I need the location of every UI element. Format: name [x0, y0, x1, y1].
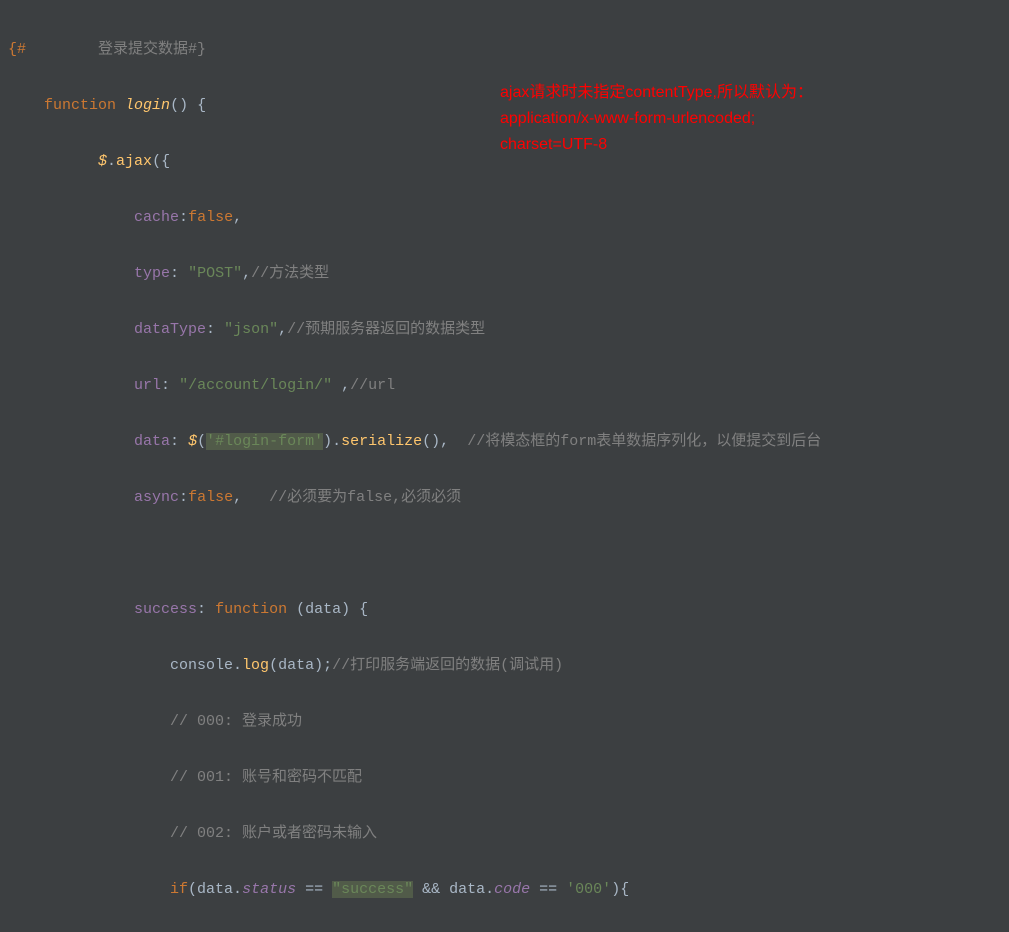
comment: //方法类型	[251, 265, 329, 282]
comment: //将模态框的form表单数据序列化，以便提交到后台	[467, 433, 821, 450]
comma: ,	[242, 265, 251, 282]
paren-dot: ).	[323, 433, 341, 450]
comment-000: // 000: 登录成功	[170, 713, 302, 730]
brace: {	[620, 881, 629, 898]
code-line-empty	[8, 540, 1009, 568]
code-line: async:false, //必须要为false,必须必须	[8, 484, 1009, 512]
method-log: log	[242, 657, 269, 674]
field-status: status	[242, 881, 296, 898]
comment-001: // 001: 账号和密码不匹配	[170, 769, 362, 786]
comma: ,	[233, 209, 242, 226]
method-serialize: serialize	[341, 433, 422, 450]
colon: :	[161, 377, 179, 394]
code-line: console.log(data);//打印服务端返回的数据(调试用)	[8, 652, 1009, 680]
prop-cache: cache	[134, 209, 179, 226]
string-selector: '#login-form'	[206, 433, 323, 450]
comma: ,	[341, 377, 350, 394]
field-code: code	[494, 881, 530, 898]
prop-async: async	[134, 489, 179, 506]
value-false: false	[188, 489, 233, 506]
code-line: // 002: 账户或者密码未输入	[8, 820, 1009, 848]
eq2: ==	[530, 881, 566, 898]
parens-comma: (),	[422, 433, 449, 450]
dot: .	[107, 153, 116, 170]
prop-type: type	[134, 265, 170, 282]
keyword-if: if	[170, 881, 188, 898]
args: (data)	[296, 601, 350, 618]
annotation-overlay: ajax请求时未指定contentType,所以默认为： application…	[500, 80, 813, 158]
code-line: // 000: 登录成功	[8, 708, 1009, 736]
eq: ==	[296, 881, 332, 898]
code-line: if(data.status == "success" && data.code…	[8, 876, 1009, 904]
comment: //url	[350, 377, 395, 394]
paren: (	[152, 153, 161, 170]
prop-datatype: dataType	[134, 321, 206, 338]
comment-002: // 002: 账户或者密码未输入	[170, 825, 377, 842]
code-line: // 001: 账号和密码不匹配	[8, 764, 1009, 792]
comment: //打印服务端返回的数据(调试用)	[332, 657, 563, 674]
paren-expr: (data.	[188, 881, 242, 898]
string-url: "/account/login/"	[179, 377, 332, 394]
code-line: data: $('#login-form').serialize(), //将模…	[8, 428, 1009, 456]
string-success: "success"	[332, 881, 413, 898]
code-line: dataType: "json",//预期服务器返回的数据类型	[8, 316, 1009, 344]
brace: {	[161, 153, 170, 170]
jquery-symbol: $	[188, 433, 197, 450]
and: &&	[413, 881, 449, 898]
template-comment: 登录提交数据#}	[98, 41, 206, 58]
console: console.	[170, 657, 242, 674]
jquery-symbol: $	[98, 153, 107, 170]
colon: :	[197, 601, 215, 618]
string-000: '000'	[566, 881, 611, 898]
args: (data);	[269, 657, 332, 674]
code-line: type: "POST",//方法类型	[8, 260, 1009, 288]
space	[332, 377, 341, 394]
colon: :	[170, 265, 188, 282]
colon: :	[206, 321, 224, 338]
code-line: url: "/account/login/" ,//url	[8, 372, 1009, 400]
annotation-line-1: ajax请求时未指定contentType,所以默认为：	[500, 80, 813, 106]
comma: ,	[233, 489, 242, 506]
data2: data.	[449, 881, 494, 898]
comma: ,	[278, 321, 287, 338]
keyword-function: function	[44, 97, 116, 114]
prop-url: url	[134, 377, 161, 394]
paren: (	[197, 433, 206, 450]
template-open: {#	[8, 41, 26, 58]
paren-close: )	[611, 881, 620, 898]
annotation-line-2: application/x-www-form-urlencoded;	[500, 106, 813, 132]
comment: //必须要为false,必须必须	[269, 489, 461, 506]
colon: :	[179, 209, 188, 226]
method-ajax: ajax	[116, 153, 152, 170]
prop-success: success	[134, 601, 197, 618]
code-line: success: function (data) {	[8, 596, 1009, 624]
colon: :	[179, 489, 188, 506]
function-name: login	[125, 97, 170, 114]
annotation-line-3: charset=UTF-8	[500, 132, 813, 158]
code-line: cache:false,	[8, 204, 1009, 232]
string-json: "json"	[224, 321, 278, 338]
code-line: {# 登录提交数据#}	[8, 36, 1009, 64]
comment: //预期服务器返回的数据类型	[287, 321, 485, 338]
value-false: false	[188, 209, 233, 226]
parens: ()	[170, 97, 188, 114]
prop-data: data	[134, 433, 170, 450]
keyword-function: function	[215, 601, 287, 618]
brace: {	[359, 601, 368, 618]
colon: :	[170, 433, 188, 450]
brace: {	[197, 97, 206, 114]
string-post: "POST"	[188, 265, 242, 282]
